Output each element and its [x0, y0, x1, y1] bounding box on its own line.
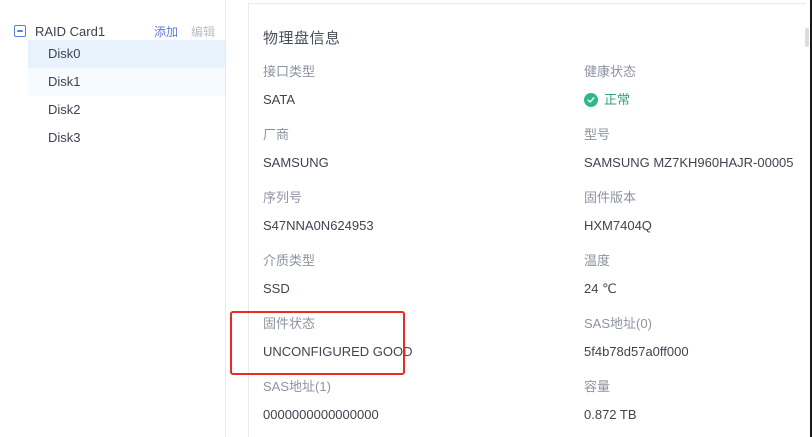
- raid-card-label[interactable]: RAID Card1: [35, 24, 154, 39]
- field-label: 固件版本: [584, 189, 806, 207]
- field-label: SAS地址(0): [584, 315, 806, 333]
- field-capacity: 容量 0.872 TB: [584, 378, 806, 437]
- field-label: 接口类型: [263, 63, 584, 81]
- field-firmware-version: 固件版本 HXM7404Q: [584, 189, 806, 252]
- field-label: 健康状态: [584, 63, 806, 81]
- add-link[interactable]: 添加: [154, 23, 178, 40]
- field-media-type: 介质类型 SSD: [263, 252, 584, 315]
- field-label: SAS地址(1): [263, 378, 584, 396]
- field-value: SSD: [263, 280, 584, 298]
- field-label: 序列号: [263, 189, 584, 207]
- check-circle-icon: [584, 93, 598, 107]
- field-value: 0.872 TB: [584, 406, 806, 424]
- field-label: 介质类型: [263, 252, 584, 270]
- field-sas-address-0: SAS地址(0) 5f4b78d57a0ff000: [584, 315, 806, 378]
- field-value: SAMSUNG: [263, 154, 584, 172]
- field-health-status: 健康状态 正常: [584, 63, 806, 126]
- page-title: 物理盘信息: [263, 27, 806, 48]
- physical-disk-page: RAID Card1 添加 编辑 Disk0 Disk1 Disk2 Disk3…: [0, 0, 812, 437]
- physical-disk-info-card: 物理盘信息 接口类型 SATA 健康状态 正常 厂商 SAMSUNG: [248, 3, 806, 437]
- field-value: SATA: [263, 91, 584, 109]
- sidebar-disk-tree: RAID Card1 添加 编辑 Disk0 Disk1 Disk2 Disk3: [0, 0, 226, 437]
- field-value: 5f4b78d57a0ff000: [584, 343, 806, 361]
- field-label: 厂商: [263, 126, 584, 144]
- field-label: 容量: [584, 378, 806, 396]
- field-value: S47NNA0N624953: [263, 217, 584, 235]
- vertical-scrollbar-thumb[interactable]: [805, 28, 809, 47]
- field-grid: 接口类型 SATA 健康状态 正常 厂商 SAMSUNG 型号 SAMSUNG …: [263, 63, 806, 437]
- field-label: 固件状态: [263, 315, 584, 333]
- minus-glyph: [17, 30, 23, 32]
- field-model: 型号 SAMSUNG MZ7KH960HAJR-00005: [584, 126, 806, 189]
- disk-item-disk3[interactable]: Disk3: [28, 124, 225, 152]
- field-interface-type: 接口类型 SATA: [263, 63, 584, 126]
- field-serial-number: 序列号 S47NNA0N624953: [263, 189, 584, 252]
- field-value: HXM7404Q: [584, 217, 806, 235]
- field-value: 0000000000000000: [263, 406, 584, 424]
- disk-item-disk2[interactable]: Disk2: [28, 96, 225, 124]
- field-sas-address-1: SAS地址(1) 0000000000000000: [263, 378, 584, 437]
- tree-actions: 添加 编辑: [154, 23, 215, 40]
- field-temperature: 温度 24 ℃: [584, 252, 806, 315]
- field-firmware-state: 固件状态 UNCONFIGURED GOOD: [263, 315, 584, 378]
- field-value: UNCONFIGURED GOOD: [263, 343, 584, 361]
- disk-item-disk1[interactable]: Disk1: [28, 68, 225, 96]
- edit-link[interactable]: 编辑: [191, 23, 215, 40]
- disk-list: Disk0 Disk1 Disk2 Disk3: [28, 40, 225, 152]
- collapse-toggle-icon[interactable]: [14, 25, 26, 37]
- disk-item-disk0[interactable]: Disk0: [28, 40, 225, 68]
- field-vendor: 厂商 SAMSUNG: [263, 126, 584, 189]
- field-value: 正常: [584, 91, 806, 109]
- field-label: 型号: [584, 126, 806, 144]
- field-value: 24 ℃: [584, 280, 806, 298]
- field-label: 温度: [584, 252, 806, 270]
- health-status-text: 正常: [604, 91, 630, 109]
- field-value: SAMSUNG MZ7KH960HAJR-00005: [584, 154, 806, 172]
